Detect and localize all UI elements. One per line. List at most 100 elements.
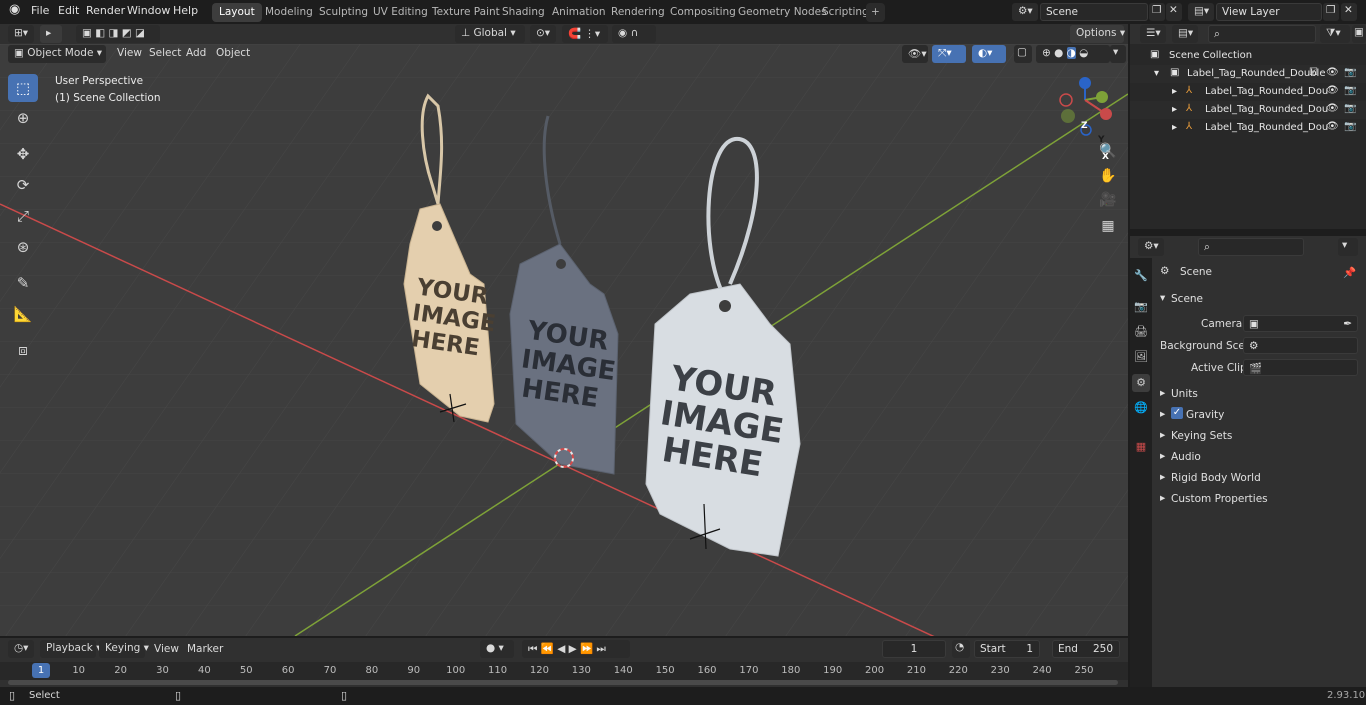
eyedropper-icon[interactable]: ✒	[1343, 318, 1352, 330]
output-tab-icon[interactable]: 🖨	[1132, 323, 1150, 341]
gizmo-z-label[interactable]: Z	[1081, 121, 1088, 131]
tab-layout[interactable]: Layout	[212, 3, 262, 22]
snap-icon[interactable]: 🧲 ⋮▾	[562, 25, 608, 43]
preview-range-icon[interactable]: ◔	[952, 640, 970, 658]
rotate-tool-icon[interactable]: ⟳	[8, 171, 38, 199]
gizmo-toggle-icon[interactable]: ⤧▾	[932, 45, 966, 63]
render-camera-icon[interactable]: 📷	[1344, 67, 1356, 78]
expand-arrow-icon[interactable]: ▾	[1154, 68, 1159, 79]
scale-tool-icon[interactable]: ⤢	[8, 202, 38, 230]
pivot-point-icon[interactable]: ⊙▾	[530, 25, 556, 43]
viewport-menu-view[interactable]: View	[117, 47, 142, 59]
world-tab-icon[interactable]: 🌐	[1132, 399, 1150, 417]
scene-tab-icon[interactable]: ⚙	[1132, 374, 1150, 392]
select-box-tool-icon[interactable]: ⬚	[8, 74, 38, 102]
units-panel-header[interactable]: ▸ Units	[1152, 384, 1366, 404]
tab-rendering[interactable]: Rendering	[604, 3, 672, 22]
new-scene-icon[interactable]: ❐	[1149, 3, 1165, 21]
rigid-body-world-panel-header[interactable]: ▸ Rigid Body World	[1152, 468, 1366, 488]
gravity-panel-header[interactable]: ▸ ✓ Gravity	[1152, 405, 1366, 425]
move-tool-icon[interactable]: ✥	[8, 140, 38, 168]
select-mode-icons[interactable]: ▣ ◧ ◨ ◩ ◪	[76, 25, 160, 43]
transform-tool-icon[interactable]: ⊛	[8, 233, 38, 261]
view-layer-tab-icon[interactable]: 🖼	[1132, 348, 1150, 366]
select-tool-icon[interactable]: ▸	[40, 25, 62, 43]
delete-view-layer-icon[interactable]: ✕	[1341, 3, 1357, 21]
shading-mode-icons[interactable]: ⊕ ● ◑ ◒	[1036, 45, 1110, 63]
timeline-menu-marker[interactable]: Marker	[187, 643, 223, 655]
options-button[interactable]: Options ▾	[1070, 25, 1125, 43]
texture-tab-icon[interactable]: ▦	[1132, 438, 1150, 456]
menu-window[interactable]: Window	[127, 4, 170, 17]
keying-sets-panel-header[interactable]: ▸ Keying Sets	[1152, 426, 1366, 446]
auto-keying-icon[interactable]: ● ▾	[480, 640, 514, 658]
background-scene-field[interactable]: ⚙	[1243, 337, 1358, 354]
viewport-menu-object[interactable]: Object	[216, 47, 250, 59]
timeline-menu-view[interactable]: View	[154, 643, 179, 655]
outliner-row-object-1[interactable]: ▸ ⅄ Label_Tag_Rounded_Dou 👁 📷	[1130, 83, 1366, 101]
scene-panel-header[interactable]: ▾ Scene	[1152, 289, 1366, 309]
outliner-editor-icon[interactable]: ☰▾	[1140, 25, 1166, 43]
render-camera-icon[interactable]: 📷	[1344, 85, 1356, 96]
gravity-checkbox[interactable]: ✓	[1171, 407, 1183, 419]
outliner-row-collection[interactable]: ▾ ▣ Label_Tag_Rounded_Double ☑ 👁 📷	[1130, 65, 1366, 83]
editor-type-icon[interactable]: ⊞▾	[8, 25, 34, 43]
measure-tool-icon[interactable]: 📐	[8, 300, 38, 328]
visibility-icon[interactable]: 👁▾	[902, 45, 928, 63]
audio-panel-header[interactable]: ▸ Audio	[1152, 447, 1366, 467]
outliner-row-object-3[interactable]: ▸ ⅄ Label_Tag_Rounded_Dou 👁 📷	[1130, 119, 1366, 137]
tool-tab-icon[interactable]: 🔧	[1132, 267, 1150, 285]
timeline-editor-icon[interactable]: ◷▾	[8, 640, 34, 658]
view-layer-selector-icon[interactable]: ▤▾	[1188, 3, 1214, 21]
render-tab-icon[interactable]: 📷	[1132, 298, 1150, 316]
scene-selector-icon[interactable]: ⚙▾	[1012, 3, 1038, 21]
properties-editor-icon[interactable]: ⚙▾	[1138, 238, 1164, 256]
menu-help[interactable]: Help	[173, 4, 198, 17]
new-collection-icon[interactable]: ▣	[1352, 25, 1366, 43]
proportional-edit-icon[interactable]: ◉ ∩	[612, 25, 656, 43]
current-frame-field[interactable]: 1	[882, 640, 946, 658]
custom-properties-panel-header[interactable]: ▸ Custom Properties	[1152, 489, 1366, 509]
scene-field[interactable]: Scene	[1040, 3, 1148, 21]
new-view-layer-icon[interactable]: ❐	[1323, 3, 1339, 21]
tab-shading[interactable]: Shading	[495, 3, 552, 22]
cursor-tool-icon[interactable]: ⊕	[8, 104, 38, 132]
overlay-toggle-icon[interactable]: ◐▾	[972, 45, 1006, 63]
viewport-menu-add[interactable]: Add	[186, 47, 206, 59]
delete-scene-icon[interactable]: ✕	[1166, 3, 1182, 21]
add-cube-tool-icon[interactable]: ⧈	[8, 336, 38, 364]
visibility-eye-icon[interactable]: 👁	[1326, 103, 1339, 114]
start-frame-field[interactable]: Start 1	[974, 640, 1040, 658]
ortho-toggle-icon[interactable]: ▦	[1096, 215, 1120, 237]
expand-arrow-icon[interactable]: ▸	[1172, 104, 1177, 115]
menu-file[interactable]: File	[31, 4, 49, 17]
visibility-eye-icon[interactable]: 👁	[1326, 121, 1339, 132]
active-clip-field[interactable]: 🎬	[1243, 359, 1358, 376]
outliner-search-input[interactable]: ⌕	[1208, 25, 1316, 43]
tab-modeling[interactable]: Modeling	[258, 3, 320, 22]
properties-search-input[interactable]: ⌕	[1198, 238, 1304, 256]
end-frame-field[interactable]: End 250	[1052, 640, 1120, 658]
camera-field[interactable]: ▣ ✒	[1243, 315, 1358, 332]
render-camera-icon[interactable]: 📷	[1344, 121, 1356, 132]
menu-render[interactable]: Render	[86, 4, 125, 17]
properties-options-icon[interactable]: ▾	[1338, 238, 1358, 256]
menu-edit[interactable]: Edit	[58, 4, 79, 17]
expand-arrow-icon[interactable]: ▸	[1172, 122, 1177, 133]
filter-icon[interactable]: ⧩▾	[1320, 25, 1350, 43]
camera-view-icon[interactable]: 🎥	[1096, 189, 1120, 211]
playback-controls-icon[interactable]: ⏮ ⏪ ◀ ▶ ⏩ ⏭	[522, 640, 630, 658]
blender-logo-icon[interactable]: ◉	[9, 2, 20, 17]
playback-menu[interactable]: Playback ▾	[40, 640, 101, 658]
zoom-icon[interactable]: 🔍	[1096, 140, 1120, 162]
mode-select[interactable]: ▣ Object Mode ▾	[8, 45, 106, 63]
annotate-tool-icon[interactable]: ✎	[8, 269, 38, 297]
tab-animation[interactable]: Animation	[545, 3, 613, 22]
display-mode-icon[interactable]: ▤▾	[1172, 25, 1198, 43]
xray-icon[interactable]: ▢	[1014, 45, 1032, 63]
add-workspace-button[interactable]: +	[866, 3, 885, 22]
timeline-scrollbar[interactable]	[8, 680, 1118, 685]
pin-icon[interactable]: 📌	[1343, 266, 1356, 279]
exclude-checkbox[interactable]: ☑	[1309, 67, 1318, 78]
3d-viewport[interactable]: YOUR IMAGE HERE YOUR IMAGE HERE YOUR IMA…	[0, 44, 1128, 636]
